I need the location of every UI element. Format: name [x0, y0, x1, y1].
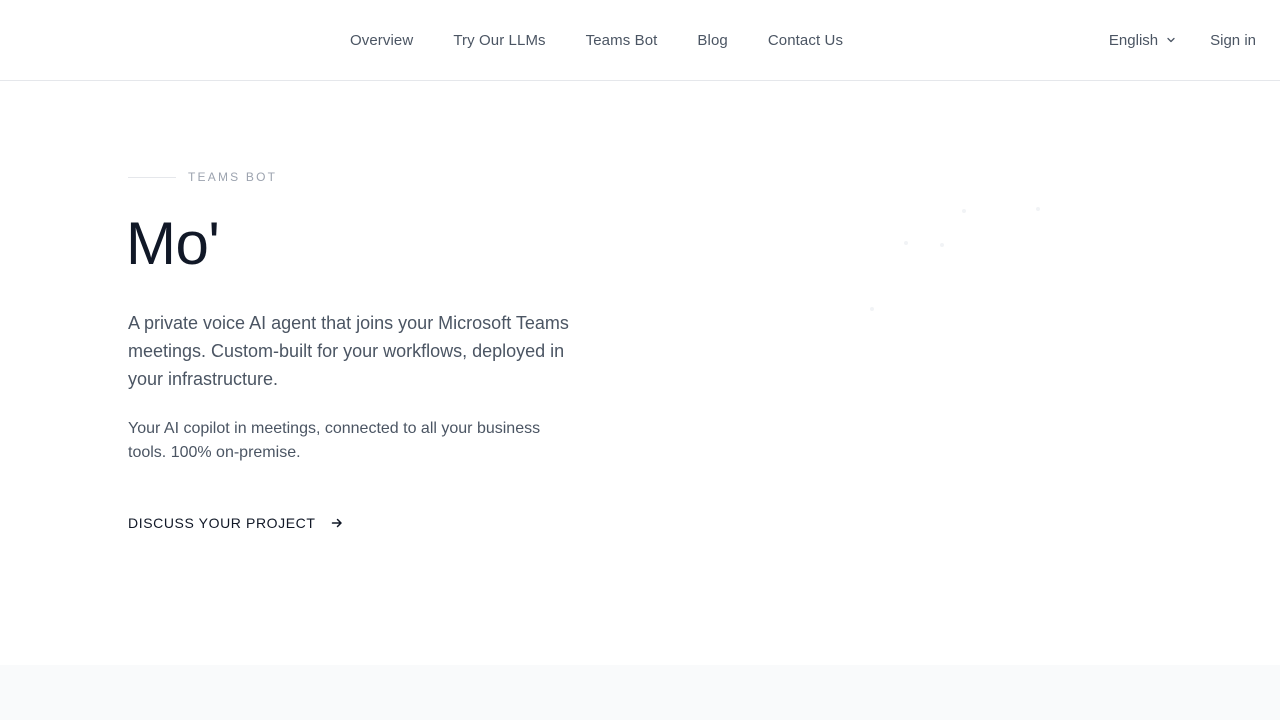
- hero-sub-text: Your AI copilot in meetings, connected t…: [128, 420, 541, 461]
- cta-label: DISCUSS YOUR PROJECT: [128, 515, 316, 531]
- decorative-dot: [870, 307, 874, 311]
- decorative-dot: [1036, 207, 1040, 211]
- eyebrow-divider: [128, 176, 176, 178]
- eyebrow-label: TEAMS BOT: [188, 170, 278, 184]
- discuss-project-link[interactable]: DISCUSS YOUR PROJECT: [128, 515, 344, 531]
- decorative-dot: [962, 209, 966, 213]
- chevron-down-icon: [1166, 35, 1176, 45]
- header-actions: English Sign in: [1109, 0, 1256, 80]
- decorative-dot: [940, 243, 944, 247]
- top-navigation-bar: Overview Try Our LLMs Teams Bot Blog Con…: [0, 0, 1280, 81]
- language-selector[interactable]: English: [1109, 32, 1176, 49]
- section-eyebrow: TEAMS BOT: [128, 170, 277, 184]
- nav-blog[interactable]: Blog: [697, 32, 727, 49]
- hero-section: TEAMS BOT Mo' A private voice AI agent t…: [0, 81, 1280, 665]
- language-label: English: [1108, 31, 1159, 49]
- next-section-band: [0, 665, 1280, 720]
- page-title: Mo': [126, 210, 220, 277]
- decorative-dot: [904, 241, 908, 245]
- nav-try-our-llms[interactable]: Try Our LLMs: [453, 32, 545, 49]
- hero-lead-text: A private voice AI agent that joins your…: [128, 313, 569, 389]
- nav-overview[interactable]: Overview: [350, 32, 413, 49]
- sign-in-link[interactable]: Sign in: [1210, 32, 1256, 49]
- nav-teams-bot[interactable]: Teams Bot: [586, 32, 658, 49]
- nav-contact-us[interactable]: Contact Us: [768, 32, 843, 49]
- main-nav: Overview Try Our LLMs Teams Bot Blog Con…: [350, 0, 843, 80]
- arrow-right-icon: [330, 516, 344, 530]
